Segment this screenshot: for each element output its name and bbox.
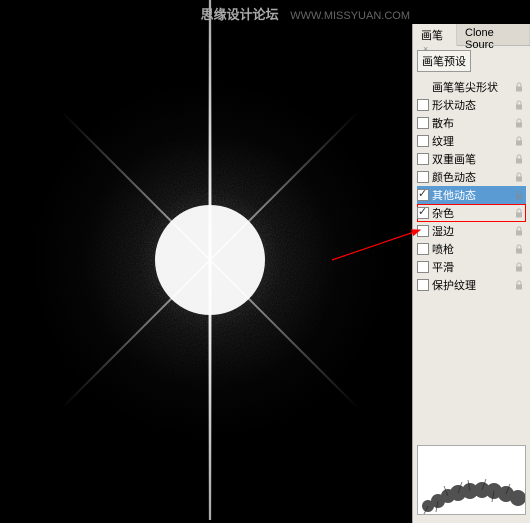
option-checkbox [417,81,429,93]
option-checkbox[interactable] [417,117,429,129]
panel-tabs: 画笔× Clone Sourc [413,24,530,46]
close-icon[interactable]: × [423,44,428,54]
lock-icon [514,172,524,182]
lock-icon [514,82,524,92]
lock-icon-wrap[interactable] [514,261,526,273]
tab-clone-source[interactable]: Clone Sourc [457,24,530,45]
option-label: 双重画笔 [432,151,514,167]
lock-icon-wrap[interactable] [514,135,526,147]
lock-icon [514,280,524,290]
lock-icon [514,208,524,218]
lock-icon-wrap[interactable] [514,99,526,111]
brush-option-row[interactable]: 双重画笔 [417,150,526,168]
lock-icon-wrap[interactable] [514,171,526,183]
lock-icon-wrap[interactable] [514,81,526,93]
brush-option-row[interactable]: 平滑 [417,258,526,276]
brush-option-row[interactable]: 保护纹理 [417,276,526,294]
tab-brush[interactable]: 画笔× [413,24,457,46]
option-checkbox[interactable] [417,99,429,111]
lock-icon-wrap[interactable] [514,207,526,219]
brush-option-row[interactable]: 散布 [417,114,526,132]
option-label: 形状动态 [432,97,514,113]
lock-icon [514,154,524,164]
callout-arrow [330,225,430,265]
option-label: 散布 [432,115,514,131]
lock-icon-wrap[interactable] [514,243,526,255]
option-label: 保护纹理 [432,277,514,293]
brush-options-list: 画笔笔尖形状形状动态散布纹理双重画笔颜色动态其他动态杂色湿边喷枪平滑保护纹理 [417,78,526,294]
option-label: 杂色 [432,205,514,221]
brush-option-row[interactable]: 杂色 [417,204,526,222]
lock-icon [514,118,524,128]
lock-icon [514,136,524,146]
lock-icon-wrap[interactable] [514,279,526,291]
lock-icon-wrap[interactable] [514,153,526,165]
option-checkbox[interactable] [417,279,429,291]
option-label: 平滑 [432,259,514,275]
brush-option-row[interactable]: 喷枪 [417,240,526,258]
option-label: 喷枪 [432,241,514,257]
option-label: 画笔笔尖形状 [432,79,514,95]
option-label: 纹理 [432,133,514,149]
lock-icon [514,226,524,236]
option-label: 湿边 [432,223,514,239]
tab-brush-label: 画笔 [421,30,443,42]
lock-icon [514,190,524,200]
watermark-url: WWW.MISSYUAN.COM [290,10,410,22]
option-checkbox[interactable] [417,135,429,147]
option-label: 其他动态 [432,187,514,203]
lock-icon-wrap[interactable] [514,117,526,129]
watermark-forum: 思缘设计论坛 [201,7,279,22]
option-checkbox[interactable] [417,189,429,201]
option-checkbox[interactable] [417,153,429,165]
lock-icon-wrap[interactable] [514,189,526,201]
brush-preview [417,445,526,515]
lock-icon [514,244,524,254]
lock-icon [514,262,524,272]
tab-clone-label: Clone Sourc [465,27,494,51]
brush-option-row[interactable]: 形状动态 [417,96,526,114]
lock-icon [514,100,524,110]
brush-panel: 画笔× Clone Sourc 画笔预设 画笔笔尖形状形状动态散布纹理双重画笔颜… [412,24,530,523]
brush-option-row[interactable]: 纹理 [417,132,526,150]
watermark: 思缘设计论坛 WWW.MISSYUAN.COM [201,4,410,23]
brush-option-row[interactable]: 湿边 [417,222,526,240]
brush-option-row[interactable]: 画笔笔尖形状 [417,78,526,96]
brush-option-row[interactable]: 其他动态 [417,186,526,204]
brush-option-row[interactable]: 颜色动态 [417,168,526,186]
option-checkbox[interactable] [417,207,429,219]
option-label: 颜色动态 [432,169,514,185]
option-checkbox[interactable] [417,171,429,183]
lock-icon-wrap[interactable] [514,225,526,237]
